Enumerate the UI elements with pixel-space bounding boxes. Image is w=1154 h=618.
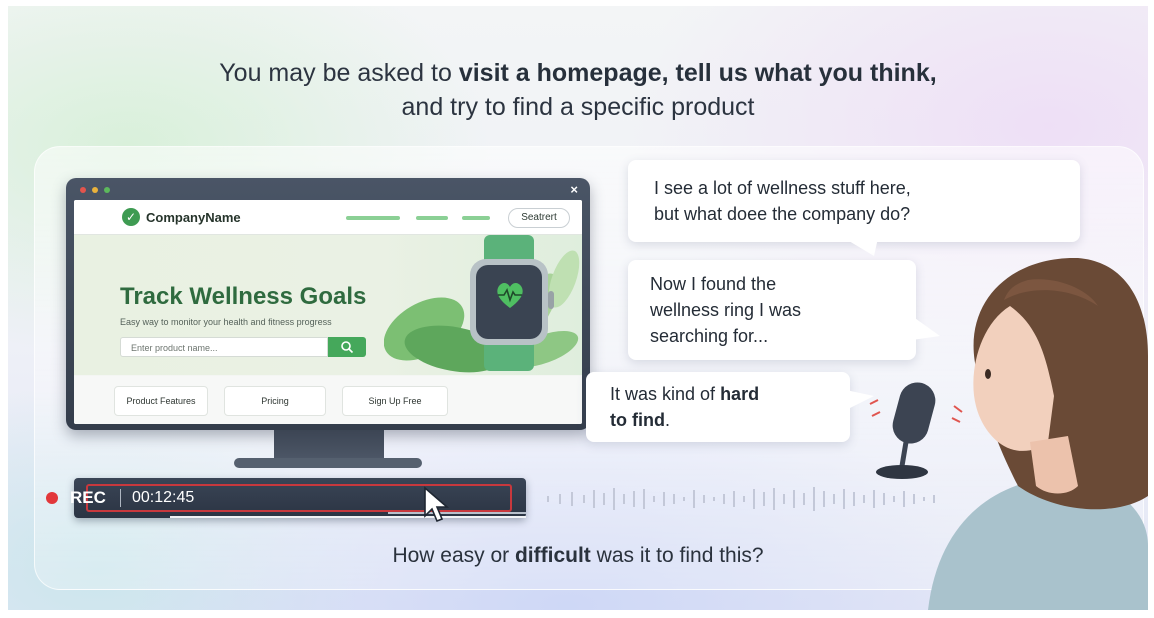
bubble-3-line-1: It was kind of hard xyxy=(610,382,759,407)
recording-progress-remaining xyxy=(388,512,526,514)
monitor-stand xyxy=(274,430,384,460)
speech-bubble-3: It was kind of hard to find. xyxy=(586,372,850,442)
hero-section: Track Wellness Goals Easy way to monitor… xyxy=(74,235,582,375)
headline-line-2: and try to find a specific product xyxy=(401,93,755,121)
bottom-question: How easy or difficult was it to find thi… xyxy=(8,544,1148,568)
company-name[interactable]: CompanyName xyxy=(146,210,241,225)
nav-link-2[interactable] xyxy=(416,216,448,220)
bubble-2-line-2: wellness ring I was xyxy=(650,300,802,320)
bubble-3-text-a: It was kind of xyxy=(610,384,721,404)
browser-screen: ✓ CompanyName Seatrert Track Wellness Go… xyxy=(74,200,582,424)
illustration-frame: You may be asked to visit a homepage, te… xyxy=(8,6,1148,610)
window-minimize-dot[interactable] xyxy=(92,187,98,193)
site-navbar: ✓ CompanyName Seatrert xyxy=(74,200,582,235)
headline-line-1: You may be asked to visit a homepage, te… xyxy=(8,58,1148,88)
monitor-base xyxy=(234,458,422,468)
record-indicator-icon xyxy=(46,492,58,504)
headline-text-b: visit a homepage, tell us what you think… xyxy=(458,59,937,87)
product-search-input[interactable]: Enter product name... xyxy=(120,337,328,357)
recording-timer: 00:12:45 xyxy=(132,489,195,506)
speech-bubble-1: I see a lot of wellness stuff here, but … xyxy=(628,160,1080,242)
bubble-3-text-c: to find xyxy=(610,410,665,430)
heart-rate-icon xyxy=(497,283,523,308)
hero-subtitle: Easy way to monitor your health and fitn… xyxy=(120,317,332,327)
hero-title: Track Wellness Goals xyxy=(120,283,367,310)
bubble-2-tail xyxy=(912,316,940,340)
close-icon[interactable]: × xyxy=(570,182,578,197)
search-icon xyxy=(341,341,354,354)
window-close-dot[interactable] xyxy=(80,187,86,193)
card-sign-up-free[interactable]: Sign Up Free xyxy=(342,386,448,416)
question-text-c: was it to find this? xyxy=(590,544,764,567)
nav-link-1[interactable] xyxy=(346,216,400,220)
product-search-button[interactable] xyxy=(328,337,366,357)
nav-link-3[interactable] xyxy=(462,216,490,220)
question-text-b: difficult xyxy=(514,544,591,567)
window-titlebar: × xyxy=(66,178,590,200)
card-product-features[interactable]: Product Features xyxy=(114,386,208,416)
rec-divider xyxy=(120,489,121,507)
bubble-1-line-1: I see a lot of wellness stuff here, xyxy=(654,178,911,198)
headline-text-a: You may be asked to xyxy=(219,59,459,87)
speech-bubble-2: Now I found the wellness ring I was sear… xyxy=(628,260,916,360)
rec-label: REC xyxy=(70,488,106,507)
nav-search-button[interactable]: Seatrert xyxy=(508,208,570,228)
bubble-3-tail xyxy=(846,390,874,410)
bubble-3-text-b: hard xyxy=(720,384,760,404)
bubble-2-line-1: Now I found the xyxy=(650,274,777,294)
question-text-a: How easy or xyxy=(392,544,515,567)
microphone-icon xyxy=(869,382,963,479)
check-icon: ✓ xyxy=(122,208,140,226)
bubble-3-line-2: to find. xyxy=(610,408,670,433)
bubble-1-line-2: but what doee the company do? xyxy=(654,204,911,224)
window-maximize-dot[interactable] xyxy=(104,187,110,193)
feature-cards: Product Features Pricing Sign Up Free xyxy=(74,376,582,424)
bubble-1-tail xyxy=(844,238,878,256)
cursor-arrow-icon xyxy=(424,486,450,523)
bubble-3-text-d: . xyxy=(664,410,670,430)
monitor: × ✓ CompanyName Seatrert Track Wellness … xyxy=(66,178,590,430)
card-pricing[interactable]: Pricing xyxy=(224,386,326,416)
recording-progress-track xyxy=(170,516,526,518)
bubble-2-line-3: searching for... xyxy=(650,326,769,346)
